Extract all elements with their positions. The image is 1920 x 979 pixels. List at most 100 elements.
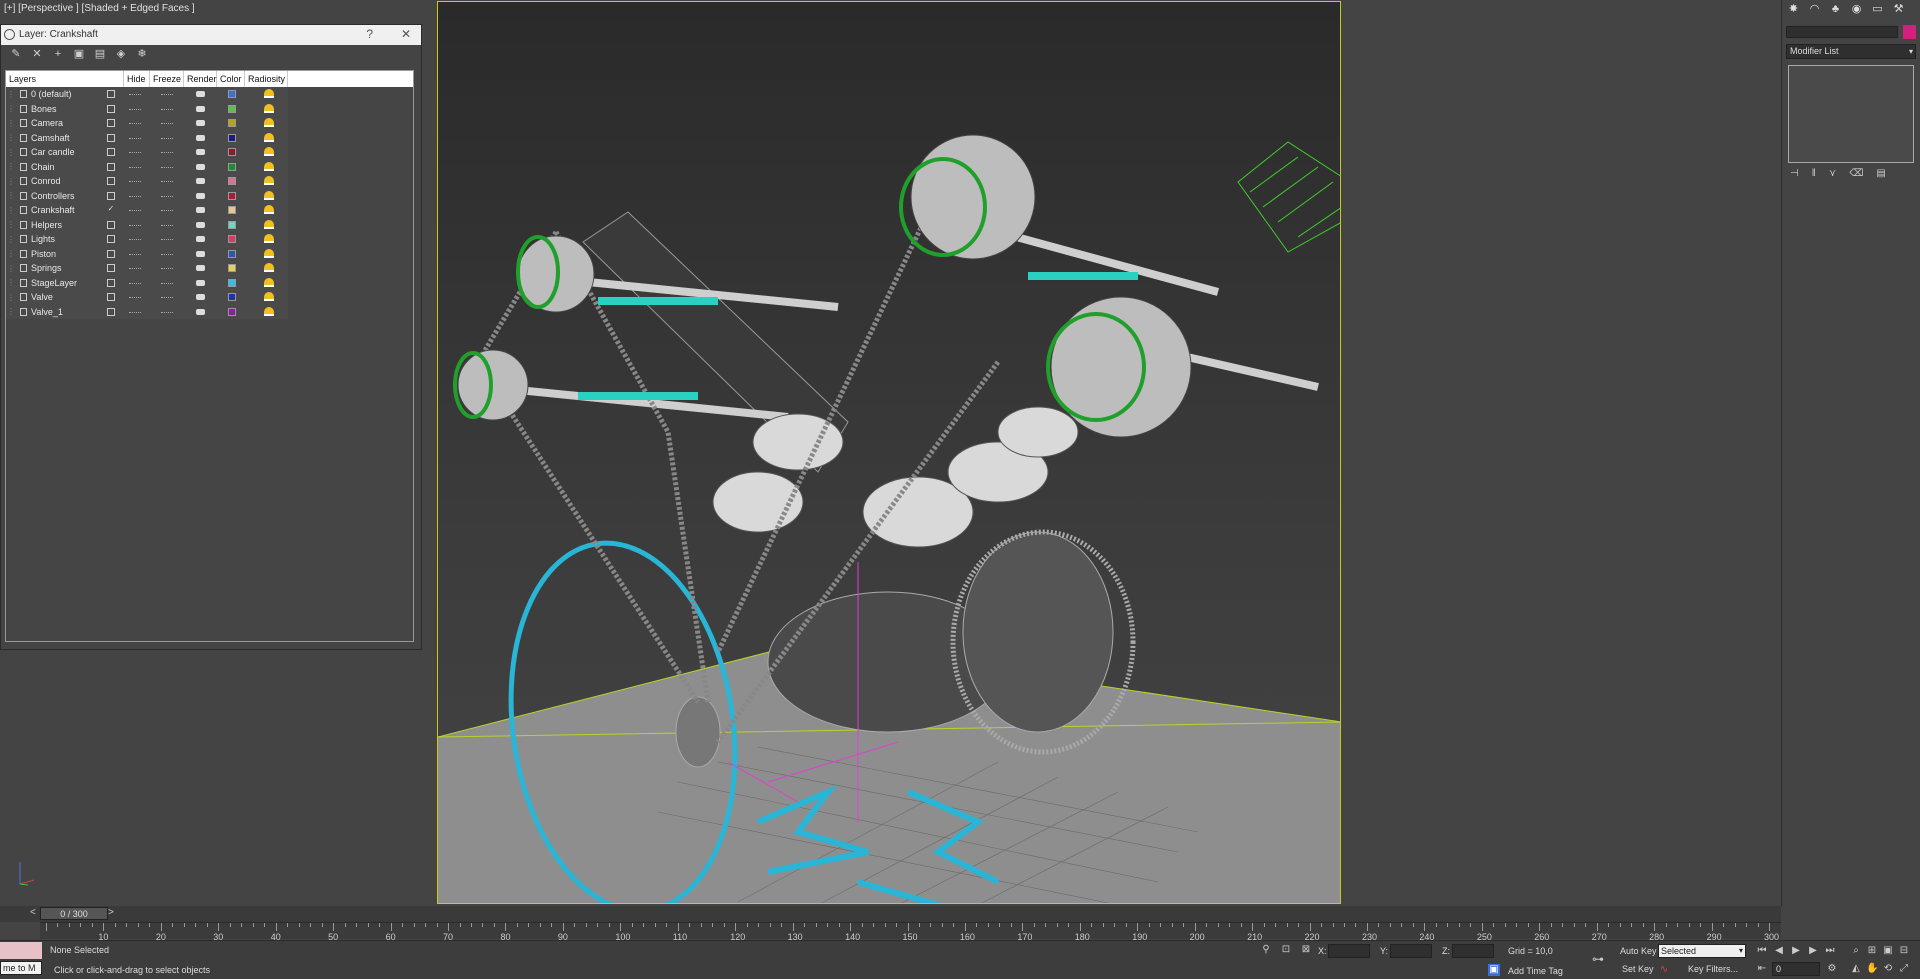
- expand-icon[interactable]: ⋮: [7, 278, 15, 287]
- remove-modifier-icon[interactable]: ⌫: [1849, 168, 1863, 179]
- expand-icon[interactable]: ⋮: [7, 264, 15, 273]
- layer-name[interactable]: StageLayer: [31, 278, 77, 288]
- render-teapot-icon[interactable]: [196, 178, 205, 184]
- layer-color-swatch[interactable]: [228, 133, 236, 142]
- timeline-next-button[interactable]: >: [108, 907, 114, 918]
- render-teapot-icon[interactable]: [196, 308, 205, 315]
- layer-color-swatch[interactable]: [228, 293, 236, 301]
- col-radiosity[interactable]: Radiosity: [245, 71, 288, 87]
- col-layers[interactable]: Layers: [6, 71, 124, 87]
- render-teapot-icon[interactable]: [196, 105, 205, 112]
- go-to-end-icon[interactable]: ⏭: [1824, 945, 1836, 957]
- layer-name[interactable]: Camshaft: [31, 133, 70, 143]
- pin-stack-icon[interactable]: ⊣: [1790, 168, 1799, 179]
- col-color[interactable]: Color: [217, 71, 245, 87]
- current-layer-checkbox[interactable]: [107, 235, 115, 243]
- expand-icon[interactable]: ⋮: [7, 249, 15, 258]
- render-teapot-icon[interactable]: [196, 163, 205, 170]
- configure-sets-icon[interactable]: ▤: [1876, 168, 1885, 179]
- viewport-label[interactable]: [+] [Perspective ] [Shaded + Edged Faces…: [4, 3, 195, 14]
- layer-color-swatch[interactable]: [228, 191, 236, 200]
- layer-name[interactable]: Helpers: [31, 220, 62, 230]
- layer-row[interactable]: ⋮ Valve_1: [6, 304, 288, 319]
- render-teapot-icon[interactable]: [196, 250, 205, 257]
- radiosity-icon[interactable]: [264, 118, 274, 127]
- key-mode-dropdown[interactable]: Selected ▾: [1658, 944, 1746, 958]
- freeze-toggle[interactable]: [161, 297, 173, 298]
- radiosity-icon[interactable]: [264, 248, 274, 258]
- hierarchy-icon[interactable]: ♣: [1828, 2, 1843, 17]
- current-layer-checkbox[interactable]: [107, 191, 115, 200]
- radiosity-icon[interactable]: [264, 89, 274, 98]
- current-layer-checkbox[interactable]: [107, 133, 115, 142]
- perspective-viewport[interactable]: [437, 1, 1341, 904]
- layer-row[interactable]: ⋮ Controllers: [6, 188, 288, 203]
- layer-name[interactable]: Conrod: [31, 176, 61, 186]
- current-layer-checkbox[interactable]: [107, 162, 115, 171]
- z-coordinate-field[interactable]: [1452, 944, 1494, 958]
- radiosity-icon[interactable]: [264, 103, 274, 113]
- key-mode-toggle-icon[interactable]: ⇤: [1756, 963, 1768, 975]
- layer-row[interactable]: ⋮ Lights: [6, 232, 288, 247]
- layer-name[interactable]: Valve_1: [31, 307, 63, 317]
- layer-color-swatch[interactable]: [228, 162, 236, 171]
- current-frame-field[interactable]: 0: [1772, 962, 1820, 976]
- layer-row[interactable]: ⋮ Piston: [6, 246, 288, 261]
- layer-name[interactable]: Springs: [31, 263, 62, 273]
- play-icon[interactable]: ▶: [1790, 945, 1802, 957]
- render-teapot-icon[interactable]: [196, 279, 205, 286]
- layer-row[interactable]: ⋮ Crankshaft ✓: [6, 203, 288, 218]
- modifier-stack[interactable]: [1788, 65, 1914, 163]
- expand-icon[interactable]: ⋮: [7, 235, 15, 244]
- hide-toggle[interactable]: [129, 282, 141, 284]
- current-layer-checkbox[interactable]: [107, 307, 115, 316]
- maximize-viewport-icon[interactable]: ⤢: [1898, 963, 1910, 975]
- freeze-toggle[interactable]: [161, 181, 173, 182]
- radiosity-icon[interactable]: [264, 234, 274, 243]
- layer-row[interactable]: ⋮ Camshaft: [6, 130, 288, 145]
- freeze-toggle[interactable]: [161, 137, 173, 139]
- hide-toggle[interactable]: [129, 224, 141, 226]
- freeze-toggle[interactable]: [161, 239, 173, 240]
- expand-icon[interactable]: ⋮: [7, 191, 15, 200]
- layer-name[interactable]: 0 (default): [31, 89, 72, 99]
- freeze-toggle[interactable]: [161, 152, 173, 153]
- freeze-toggle[interactable]: [161, 166, 173, 168]
- hide-toggle[interactable]: [129, 253, 141, 255]
- layer-name[interactable]: Piston: [31, 249, 56, 259]
- current-layer-checkbox[interactable]: [107, 119, 115, 127]
- layer-row[interactable]: ⋮ Car candle: [6, 145, 288, 160]
- layer-color-swatch[interactable]: [228, 148, 236, 156]
- timeline-prev-button[interactable]: <: [30, 907, 36, 918]
- layer-color-swatch[interactable]: [228, 119, 236, 127]
- highlight-layer-icon[interactable]: ▤: [93, 48, 107, 61]
- layer-color-swatch[interactable]: [228, 278, 236, 287]
- layer-name[interactable]: Car candle: [31, 147, 75, 157]
- go-to-start-icon[interactable]: ⏮: [1756, 945, 1768, 957]
- show-end-result-icon[interactable]: ‖: [1812, 168, 1816, 179]
- expand-icon[interactable]: ⋮: [7, 206, 15, 215]
- create-icon[interactable]: ✸: [1786, 2, 1801, 17]
- zoom-extents-icon[interactable]: ▣: [1882, 945, 1894, 957]
- hide-toggle[interactable]: [129, 239, 141, 240]
- freeze-all-icon[interactable]: ❄: [135, 48, 149, 61]
- layer-row[interactable]: ⋮ Valve: [6, 290, 288, 305]
- layer-color-swatch[interactable]: [228, 307, 236, 316]
- time-slider[interactable]: 0 / 300: [40, 907, 108, 920]
- motion-icon[interactable]: ◉: [1849, 2, 1864, 17]
- layer-name[interactable]: Chain: [31, 162, 55, 172]
- expand-icon[interactable]: ⋮: [7, 220, 15, 229]
- radiosity-icon[interactable]: [264, 277, 274, 287]
- hide-toggle[interactable]: [129, 268, 141, 269]
- freeze-toggle[interactable]: [161, 311, 173, 313]
- layer-color-swatch[interactable]: [228, 177, 236, 185]
- radiosity-icon[interactable]: [264, 263, 274, 272]
- next-frame-icon[interactable]: ▶: [1807, 945, 1819, 957]
- expand-icon[interactable]: ⋮: [7, 307, 15, 316]
- col-render[interactable]: Render: [184, 71, 217, 87]
- render-teapot-icon[interactable]: [196, 265, 205, 271]
- layer-row[interactable]: ⋮ Springs: [6, 261, 288, 276]
- radiosity-icon[interactable]: [264, 190, 274, 200]
- zoom-extents-all-icon[interactable]: ⊟: [1898, 945, 1910, 957]
- hide-toggle[interactable]: [129, 195, 141, 197]
